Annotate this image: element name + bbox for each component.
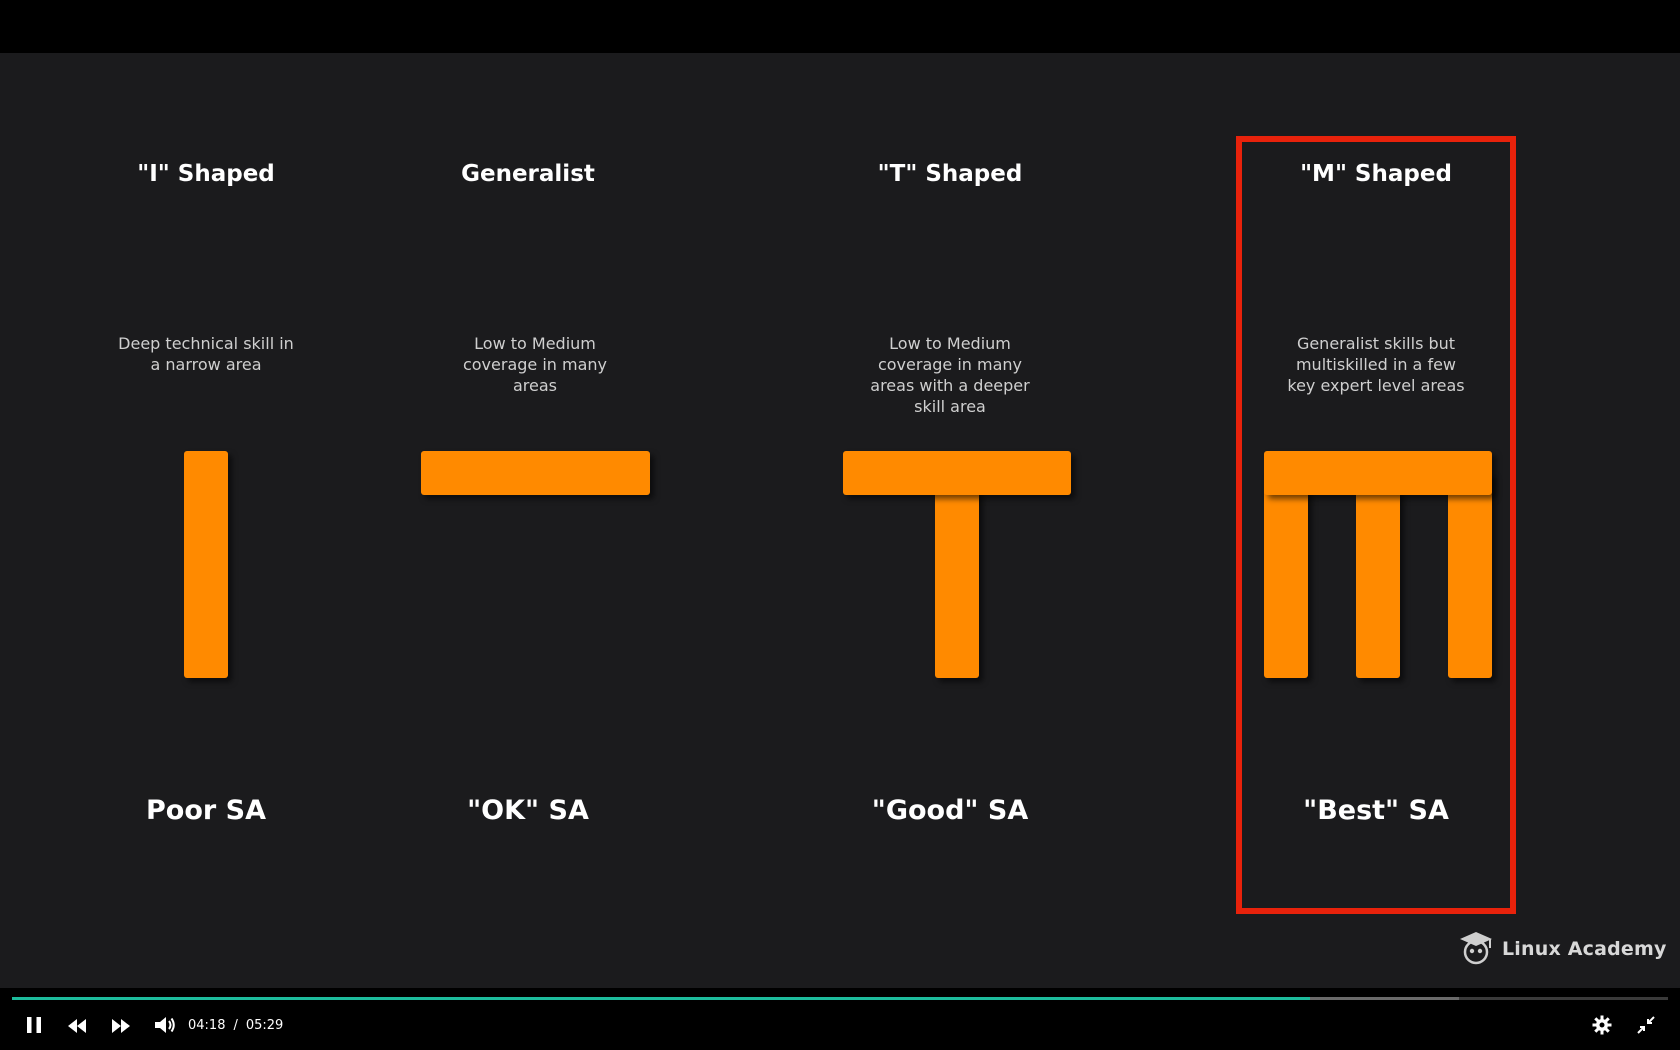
m-shape-right-leg [1448, 473, 1492, 678]
linux-academy-logo: Linux Academy [1458, 929, 1667, 969]
column-description-t-shaped: Low to Medium coverage in many areas wit… [870, 334, 1030, 416]
m-shape-left-leg [1264, 473, 1308, 678]
fast-forward-icon [111, 1018, 131, 1037]
column-description-m-shaped: Generalist skills but multiskilled in a … [1287, 334, 1465, 395]
t-shape-top-bar [843, 451, 1071, 495]
volume-icon [154, 1016, 176, 1038]
settings-button[interactable] [1590, 1015, 1614, 1039]
progress-played [12, 997, 1311, 1000]
volume-button[interactable] [152, 1015, 178, 1039]
m-shape-middle-leg [1356, 473, 1400, 678]
column-caption-ok-sa: "OK" SA [467, 795, 589, 826]
time-display: 04:18 / 05:29 [188, 1018, 287, 1033]
column-description-i-shaped: Deep technical skill in a narrow area [118, 334, 294, 374]
rewind-button[interactable] [64, 1015, 90, 1039]
current-time: 04:18 [188, 1018, 226, 1033]
progress-bar[interactable] [12, 997, 1668, 1000]
column-description-generalist: Low to Medium coverage in many areas [462, 334, 608, 395]
m-shape-top-bar [1264, 451, 1492, 495]
logo-text: Linux Academy [1502, 938, 1667, 960]
generalist-horizontal-bar [421, 451, 650, 495]
column-caption-good-sa: "Good" SA [871, 795, 1029, 826]
t-shape-stem [935, 473, 979, 678]
rewind-icon [67, 1018, 87, 1037]
time-separator: / [233, 1018, 238, 1033]
owl-graduation-cap-icon [1458, 929, 1494, 969]
exit-fullscreen-icon [1637, 1016, 1655, 1038]
column-heading-generalist: Generalist [461, 161, 595, 187]
column-heading-t-shaped: "T" Shaped [877, 161, 1023, 187]
gear-icon [1592, 1015, 1612, 1039]
pause-button[interactable] [22, 1015, 46, 1039]
duration: 05:29 [245, 1018, 284, 1033]
pause-icon [26, 1016, 42, 1038]
column-heading-m-shaped: "M" Shaped [1300, 161, 1452, 187]
i-shape-vertical-bar [184, 451, 228, 678]
column-caption-best-sa: "Best" SA [1303, 795, 1449, 826]
exit-fullscreen-button[interactable] [1634, 1015, 1658, 1039]
video-controls: 04:18 / 05:29 [0, 988, 1680, 1050]
presentation-slide: "I" Shaped Deep technical skill in a nar… [0, 53, 1680, 988]
column-caption-poor-sa: Poor SA [146, 795, 266, 826]
column-heading-i-shaped: "I" Shaped [137, 161, 275, 187]
forward-button[interactable] [108, 1015, 134, 1039]
